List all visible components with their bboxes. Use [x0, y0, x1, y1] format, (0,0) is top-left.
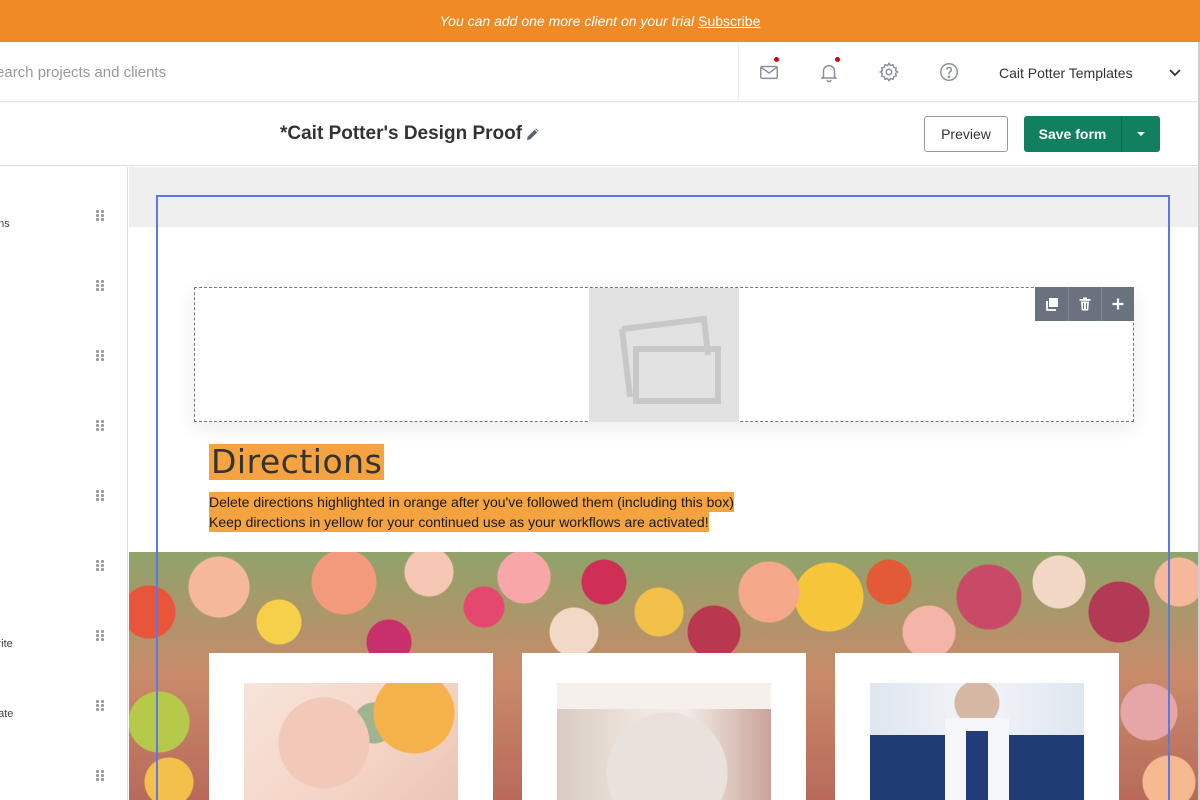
duplicate-icon [1045, 298, 1058, 311]
save-form-button[interactable]: Save form [1024, 116, 1121, 152]
sidebar-item-label: date [0, 708, 14, 720]
sidebar-item[interactable] [0, 747, 127, 800]
save-options-dropdown[interactable] [1121, 116, 1160, 152]
sidebar-item[interactable]: vrite [0, 607, 127, 677]
image-placeholder[interactable] [589, 288, 739, 422]
image-block[interactable] [194, 287, 1134, 422]
bell-notification-dot [834, 56, 841, 63]
plus-icon [1112, 298, 1124, 310]
chevron-down-icon[interactable] [1166, 63, 1184, 81]
header-divider [738, 42, 739, 102]
delete-button[interactable] [1068, 287, 1101, 321]
directions-text-line[interactable]: Delete directions highlighted in orange … [209, 492, 734, 512]
photo-detail [966, 731, 988, 800]
drag-handle-icon[interactable] [96, 280, 106, 292]
drag-handle-icon[interactable] [96, 700, 106, 712]
mail-icon[interactable] [756, 56, 782, 85]
drag-handle-icon[interactable] [96, 560, 106, 572]
search-input[interactable] [0, 56, 386, 88]
form-title[interactable]: *Cait Potter's Design Proof [280, 123, 522, 145]
drag-handle-icon[interactable] [96, 490, 106, 502]
form-title-bar: *Cait Potter's Design Proof Preview Save… [0, 103, 1200, 166]
drag-handle-icon[interactable] [96, 770, 106, 782]
help-icon[interactable] [936, 59, 962, 85]
card-photo[interactable] [244, 683, 458, 800]
form-canvas: Directions Delete directions highlighted… [129, 167, 1198, 800]
sidebar-item-label: vrite [0, 638, 13, 650]
sidebar-item[interactable] [0, 257, 127, 327]
image-card[interactable] [835, 653, 1119, 800]
sidebar-item-label: nns [0, 218, 10, 230]
sidebar-item[interactable]: date [0, 677, 127, 747]
trial-message: You can add one more client on your tria… [439, 13, 695, 29]
gear-icon[interactable] [876, 59, 902, 85]
trash-icon [1079, 297, 1091, 311]
caret-down-icon [1137, 132, 1145, 136]
duplicate-button[interactable] [1035, 287, 1068, 321]
pencil-icon[interactable] [524, 125, 542, 143]
account-name[interactable]: Cait Potter Templates [999, 65, 1133, 81]
sidebar-item[interactable]: nns [0, 187, 127, 257]
bell-icon[interactable] [816, 56, 842, 85]
drag-handle-icon[interactable] [96, 350, 106, 362]
drag-handle-icon[interactable] [96, 210, 106, 222]
preview-button[interactable]: Preview [924, 116, 1008, 152]
add-button[interactable] [1101, 287, 1134, 321]
subscribe-link[interactable]: Subscribe [698, 13, 760, 29]
sidebar-item[interactable] [0, 397, 127, 467]
top-header: Cait Potter Templates [0, 42, 1200, 102]
sidebar-item[interactable]: t [0, 467, 127, 537]
image-card[interactable] [209, 653, 493, 800]
field-sidebar: nns t vrite date [0, 167, 128, 800]
image-card[interactable] [522, 653, 806, 800]
sidebar-item[interactable] [0, 537, 127, 607]
drag-handle-icon[interactable] [96, 420, 106, 432]
drag-handle-icon[interactable] [96, 630, 106, 642]
sidebar-item[interactable] [0, 327, 127, 397]
card-photo[interactable] [870, 683, 1084, 800]
directions-heading[interactable]: Directions [209, 444, 385, 480]
block-toolbar [1035, 287, 1134, 321]
floral-background-image [129, 552, 1198, 800]
directions-text-line[interactable]: Keep directions in yellow for your conti… [209, 512, 709, 532]
trial-banner: You can add one more client on your tria… [0, 0, 1200, 42]
card-photo[interactable] [557, 683, 771, 800]
mail-notification-dot [773, 56, 780, 63]
image-icon [619, 315, 721, 404]
